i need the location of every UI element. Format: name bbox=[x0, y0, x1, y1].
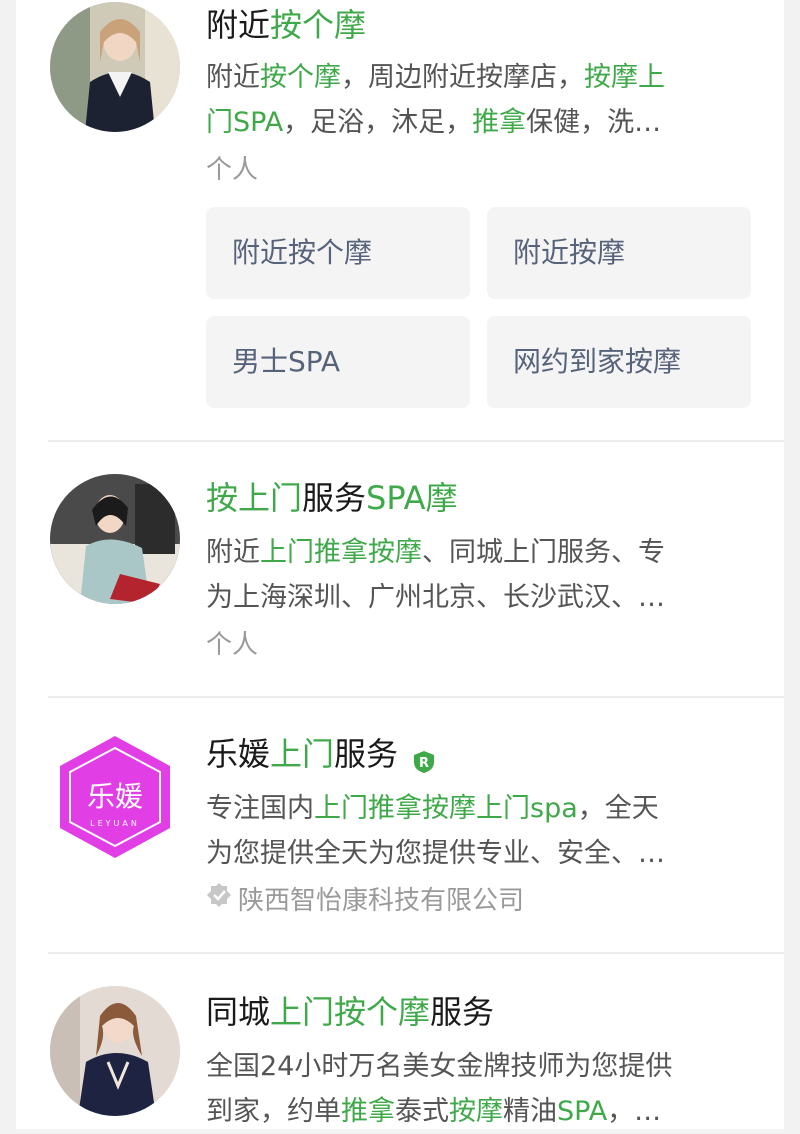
keyword-highlight: SPA bbox=[557, 1096, 608, 1127]
text-segment: ，足浴，沐足， bbox=[283, 107, 473, 138]
related-chip[interactable]: 网约到家按摩 bbox=[487, 316, 751, 408]
text-segment: 为上海深圳、广州北京、长沙武汉、… bbox=[206, 582, 665, 613]
text-segment: 泰式 bbox=[395, 1096, 449, 1127]
text-segment: 精油 bbox=[503, 1096, 557, 1127]
text-segment: ，… bbox=[607, 1096, 662, 1127]
keyword-highlight: 推拿 bbox=[472, 107, 527, 138]
text-segment: 服务 bbox=[334, 735, 399, 773]
text-segment: 服务 bbox=[430, 993, 495, 1031]
text-segment: 为您提供全天为您提供专业、安全、… bbox=[206, 838, 665, 869]
text-segment: 同城 bbox=[206, 993, 271, 1031]
description-line: 门SPA，足浴，沐足，推拿保健，洗… bbox=[206, 100, 746, 145]
result-title[interactable]: 按上门服务SPA摩 bbox=[206, 476, 458, 520]
account-type: 个人 bbox=[206, 630, 259, 660]
search-results-card: 附近按个摩 附近按个摩，周边附近按摩店，按摩上 门SPA，足浴，沐足，推拿保健，洗… bbox=[16, 0, 784, 1129]
company-name: 陕西智怡康科技有限公司 bbox=[238, 886, 525, 916]
result-item[interactable]: 乐媛 LEYUAN 乐媛上门服务 R 专注国内上门推拿按摩上门spa，全天 为您提… bbox=[16, 698, 784, 952]
description-line: 为上海深圳、广州北京、长沙武汉、… bbox=[206, 575, 746, 620]
keyword-highlight: 按个摩 bbox=[270, 6, 367, 44]
text-segment: 、同城上门服务、专 bbox=[422, 537, 665, 568]
keyword-highlight: 按上门 bbox=[206, 479, 303, 517]
result-title[interactable]: 乐媛上门服务 R bbox=[206, 732, 436, 776]
keyword-highlight: 按摩上 bbox=[584, 62, 665, 93]
description-line: 附近上门推拿按摩、同城上门服务、专 bbox=[206, 530, 746, 575]
keyword-highlight: 上门按个摩 bbox=[270, 993, 431, 1031]
text-segment: 乐媛 bbox=[206, 735, 271, 773]
result-description: 附近按个摩，周边附近按摩店，按摩上 门SPA，足浴，沐足，推拿保健，洗… bbox=[206, 55, 746, 145]
keyword-highlight: 门SPA bbox=[206, 107, 284, 138]
text-segment: 全国24小时万名美女金牌技师为您提供 bbox=[206, 1051, 673, 1082]
avatar bbox=[50, 474, 180, 604]
related-chip[interactable]: 男士SPA bbox=[206, 316, 470, 408]
result-item[interactable]: 按上门服务SPA摩 附近上门推拿按摩、同城上门服务、专为上海深圳、广州北京、长沙… bbox=[16, 442, 784, 696]
result-item[interactable]: 附近按个摩 附近按个摩，周边附近按摩店，按摩上 门SPA，足浴，沐足，推拿保健，洗… bbox=[16, 0, 784, 440]
keyword-highlight: 上门推拿按摩 bbox=[260, 537, 422, 568]
avatar bbox=[50, 2, 180, 132]
verified-check-icon bbox=[206, 882, 232, 918]
brand-logo: 乐媛 LEYUAN bbox=[50, 732, 180, 862]
account-type: 个人 bbox=[206, 155, 259, 185]
description-line: 全国24小时万名美女金牌技师为您提供 bbox=[206, 1044, 746, 1089]
keyword-highlight: 上门推拿按摩上门spa bbox=[314, 793, 578, 824]
result-title[interactable]: 附近按个摩 bbox=[206, 3, 366, 47]
description-line: 专注国内上门推拿按摩上门spa，全天 bbox=[206, 786, 746, 831]
text-segment: ，周边附近按摩店， bbox=[341, 62, 584, 93]
result-description: 全国24小时万名美女金牌技师为您提供 到家，约单推拿泰式按摩精油SPA，… bbox=[206, 1044, 746, 1134]
logo-text: 乐媛 bbox=[87, 780, 143, 813]
text-segment: ，全天 bbox=[577, 793, 659, 824]
text-segment: 附近 bbox=[206, 62, 260, 93]
logo-subtext: LEYUAN bbox=[90, 819, 140, 828]
text-segment: 附近 bbox=[206, 537, 260, 568]
result-item[interactable]: 同城上门按个摩服务 全国24小时万名美女金牌技师为您提供 到家，约单推拿泰式按摩精… bbox=[16, 954, 784, 1129]
svg-text:R: R bbox=[419, 756, 429, 771]
text-segment: 保健，洗… bbox=[526, 107, 662, 138]
description-line: 附近按个摩，周边附近按摩店，按摩上 bbox=[206, 55, 746, 100]
description-line: 到家，约单推拿泰式按摩精油SPA，… bbox=[206, 1089, 746, 1134]
avatar bbox=[50, 986, 180, 1116]
related-chip[interactable]: 附近按个摩 bbox=[206, 207, 470, 299]
keyword-highlight: 按个摩 bbox=[260, 62, 341, 93]
company-verification: 陕西智怡康科技有限公司 bbox=[206, 882, 525, 920]
result-description: 专注国内上门推拿按摩上门spa，全天为您提供全天为您提供专业、安全、… bbox=[206, 786, 746, 876]
keyword-highlight: 推拿 bbox=[341, 1096, 395, 1127]
text-segment: 附近 bbox=[206, 6, 271, 44]
keyword-highlight: SPA摩 bbox=[366, 479, 458, 517]
text-segment: 服务 bbox=[302, 479, 367, 517]
text-segment: 到家，约单 bbox=[206, 1096, 341, 1127]
text-segment: 专注国内 bbox=[206, 793, 314, 824]
keyword-highlight: 上门 bbox=[270, 735, 335, 773]
verified-badge-icon: R bbox=[412, 741, 436, 773]
result-title[interactable]: 同城上门按个摩服务 bbox=[206, 990, 494, 1034]
result-description: 附近上门推拿按摩、同城上门服务、专为上海深圳、广州北京、长沙武汉、… bbox=[206, 530, 746, 620]
description-line: 为您提供全天为您提供专业、安全、… bbox=[206, 831, 746, 876]
keyword-highlight: 按摩 bbox=[449, 1096, 503, 1127]
related-chip[interactable]: 附近按摩 bbox=[487, 207, 751, 299]
